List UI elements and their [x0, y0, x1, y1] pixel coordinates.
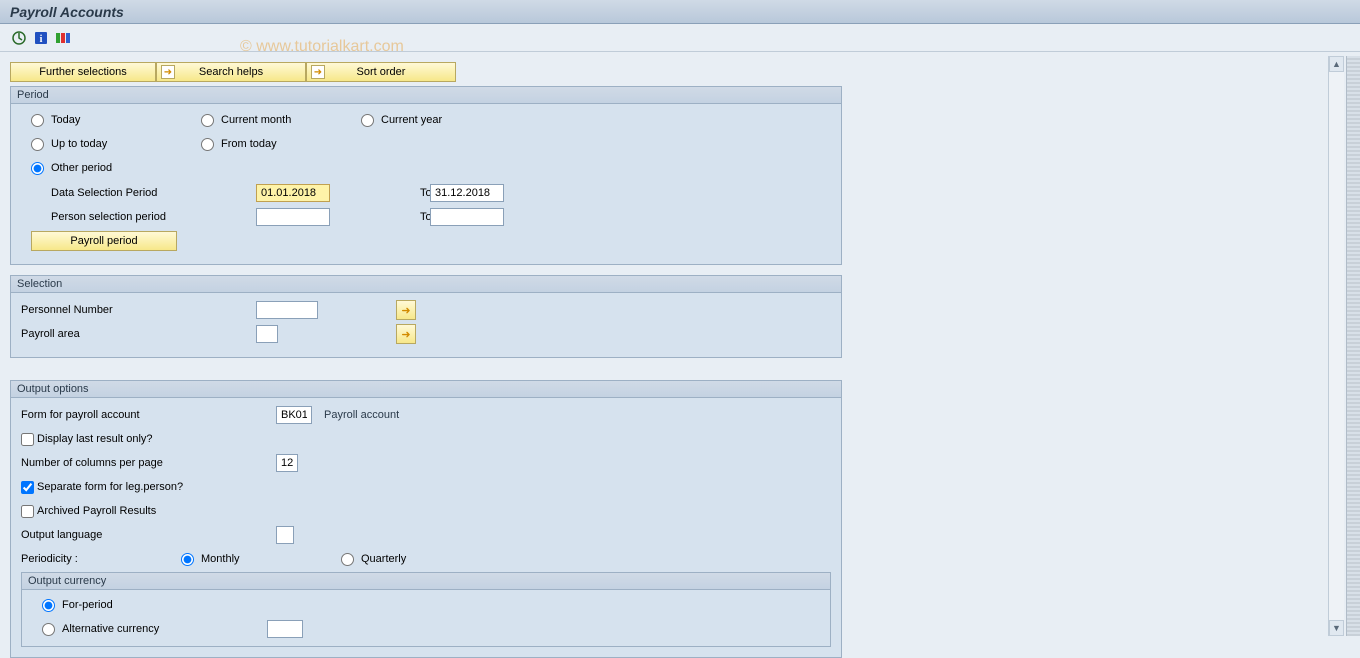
form-input[interactable] — [276, 406, 312, 424]
radio-today[interactable]: Today — [31, 114, 201, 127]
radio-label: Quarterly — [361, 553, 406, 565]
window-resize-grip[interactable] — [1346, 56, 1360, 636]
num-cols-label: Number of columns per page — [21, 457, 276, 469]
output-lang-input[interactable] — [276, 526, 294, 544]
radio-label: Monthly — [201, 553, 240, 565]
scrollbar-track[interactable] — [1329, 72, 1344, 620]
person-selection-to-input[interactable] — [430, 208, 504, 226]
radio-current-month[interactable]: Current month — [201, 114, 361, 127]
personnel-number-input[interactable] — [256, 301, 318, 319]
window-title: Payroll Accounts — [10, 4, 124, 20]
selection-groupbox: Selection Personnel Number ➜ Payroll are… — [10, 275, 842, 358]
radio-current-year[interactable]: Current year — [361, 114, 521, 127]
radio-for-period[interactable]: For-period — [42, 599, 113, 612]
info-icon[interactable]: i — [32, 29, 50, 47]
button-label: Sort order — [357, 66, 406, 78]
radio-monthly[interactable]: Monthly — [181, 553, 341, 566]
radio-label: Today — [51, 114, 80, 126]
groupbox-title: Output currency — [22, 573, 830, 590]
form-description: Payroll account — [324, 409, 399, 421]
scroll-down-icon[interactable]: ▼ — [1329, 620, 1344, 636]
groupbox-title: Output options — [11, 381, 841, 398]
scroll-up-icon[interactable]: ▲ — [1329, 56, 1344, 72]
button-label: Further selections — [39, 66, 126, 78]
periodicity-label: Periodicity : — [21, 553, 181, 565]
application-toolbar: i — [0, 24, 1360, 52]
to-label: To — [400, 211, 430, 223]
output-lang-label: Output language — [21, 529, 276, 541]
separate-form-checkbox[interactable]: Separate form for leg.person? — [21, 481, 183, 494]
arrow-right-icon: ➜ — [161, 65, 175, 79]
payroll-period-button[interactable]: Payroll period — [31, 231, 177, 251]
multiple-selection-button[interactable]: ➜ — [396, 300, 416, 320]
groupbox-title: Selection — [11, 276, 841, 293]
checkbox-label: Display last result only? — [37, 433, 153, 445]
arrow-right-icon: ➜ — [311, 65, 325, 79]
radio-label: Other period — [51, 162, 112, 174]
person-selection-from-input[interactable] — [256, 208, 330, 226]
arrow-right-icon: ➜ — [401, 304, 410, 317]
radio-label: Up to today — [51, 138, 107, 150]
selection-toolbar: Further selections ➜ Search helps ➜ Sort… — [10, 62, 1320, 82]
display-last-checkbox[interactable]: Display last result only? — [21, 433, 153, 446]
vertical-scrollbar[interactable]: ▲ ▼ — [1328, 56, 1344, 636]
radio-other-period[interactable]: Other period — [31, 162, 201, 175]
radio-from-today[interactable]: From today — [201, 138, 361, 151]
radio-label: Current year — [381, 114, 442, 126]
personnel-number-label: Personnel Number — [21, 304, 256, 316]
button-label: Payroll period — [70, 235, 137, 247]
variant-icon[interactable] — [54, 29, 72, 47]
groupbox-title: Period — [11, 87, 841, 104]
archived-checkbox[interactable]: Archived Payroll Results — [21, 505, 156, 518]
output-options-groupbox: Output options Form for payroll account … — [10, 380, 842, 658]
data-selection-label: Data Selection Period — [31, 187, 256, 199]
person-selection-label: Person selection period — [31, 211, 256, 223]
main-content: Further selections ➜ Search helps ➜ Sort… — [0, 56, 1326, 636]
further-selections-button[interactable]: Further selections — [10, 62, 156, 82]
to-label: To — [400, 187, 430, 199]
radio-label: Current month — [221, 114, 291, 126]
radio-label: Alternative currency — [62, 623, 159, 635]
payroll-area-label: Payroll area — [21, 328, 256, 340]
period-groupbox: Period Today Current month Current year … — [10, 86, 842, 265]
checkbox-label: Archived Payroll Results — [37, 505, 156, 517]
radio-quarterly[interactable]: Quarterly — [341, 553, 406, 566]
radio-label: From today — [221, 138, 277, 150]
alternative-currency-input[interactable] — [267, 620, 303, 638]
radio-label: For-period — [62, 599, 113, 611]
checkbox-label: Separate form for leg.person? — [37, 481, 183, 493]
radio-up-to-today[interactable]: Up to today — [31, 138, 201, 151]
execute-icon[interactable] — [10, 29, 28, 47]
button-label: Search helps — [199, 66, 263, 78]
data-selection-from-input[interactable] — [256, 184, 330, 202]
arrow-right-icon: ➜ — [401, 328, 410, 341]
form-label: Form for payroll account — [21, 409, 276, 421]
num-cols-input[interactable] — [276, 454, 298, 472]
window-title-bar: Payroll Accounts — [0, 0, 1360, 24]
search-helps-button[interactable]: ➜ Search helps — [156, 62, 306, 82]
multiple-selection-button[interactable]: ➜ — [396, 324, 416, 344]
svg-text:i: i — [40, 34, 43, 45]
payroll-area-input[interactable] — [256, 325, 278, 343]
sort-order-button[interactable]: ➜ Sort order — [306, 62, 456, 82]
data-selection-to-input[interactable] — [430, 184, 504, 202]
radio-alternative-currency[interactable]: Alternative currency — [42, 623, 267, 636]
